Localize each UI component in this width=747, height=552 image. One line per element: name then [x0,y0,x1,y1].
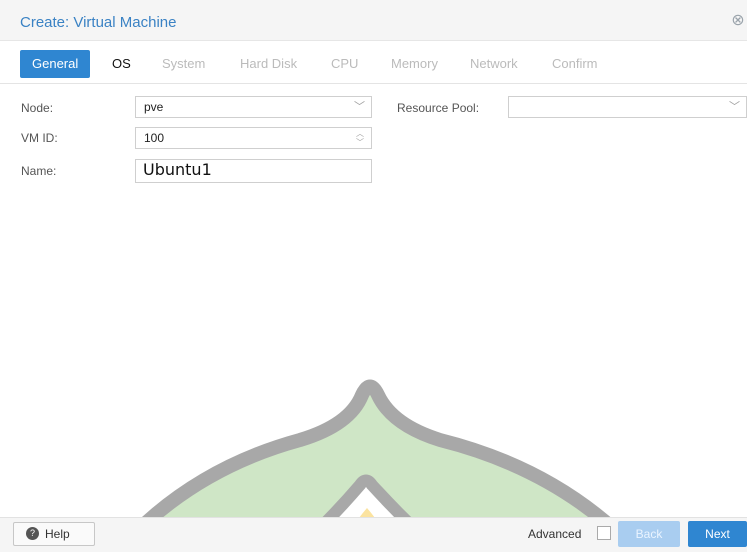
vmid-value: 100 [144,131,165,145]
tab-confirm: Confirm [552,56,598,71]
tab-os[interactable]: OS [112,50,131,78]
wizard-footer: ? Help Advanced Back Next [0,517,747,552]
spinner-down-icon[interactable]: ﹀ [355,138,365,147]
tab-divider [0,83,747,84]
close-icon[interactable]: ⊗ [729,12,747,30]
node-value: pve [144,100,164,114]
name-label: Name: [21,164,57,178]
name-input[interactable]: Ubuntu1 [135,159,372,183]
node-select[interactable]: pve ﹀ [135,96,372,118]
vmid-spinner[interactable]: 100 ︿ ﹀ [135,127,372,149]
tab-cpu: CPU [331,56,359,71]
window-title: Create: Virtual Machine [20,14,177,31]
chevron-down-icon: ﹀ [729,101,740,113]
advanced-checkbox[interactable] [597,526,611,540]
vmid-label: VM ID: [21,131,58,145]
tab-system: System [162,56,206,71]
next-button[interactable]: Next [688,521,747,547]
tab-memory: Memory [391,56,438,71]
question-circle-icon: ? [26,527,39,540]
advanced-label: Advanced [528,527,582,541]
window-titlebar: Create: Virtual Machine ⊗ [0,0,747,41]
chevron-down-icon: ﹀ [354,101,365,113]
spinner-arrows-icon[interactable]: ︿ ﹀ [355,129,365,147]
resource-pool-select[interactable]: ﹀ [508,96,747,118]
help-label: Help [45,527,70,541]
tab-hard-disk: Hard Disk [240,56,298,71]
tab-general[interactable]: General [20,50,91,78]
back-button[interactable]: Back [618,521,680,547]
spinner-up-icon[interactable]: ︿ [355,129,365,138]
help-button[interactable]: ? Help [13,522,95,546]
tab-network: Network [470,56,518,71]
resource-pool-label: Resource Pool: [397,101,480,115]
node-label: Node: [21,101,54,115]
